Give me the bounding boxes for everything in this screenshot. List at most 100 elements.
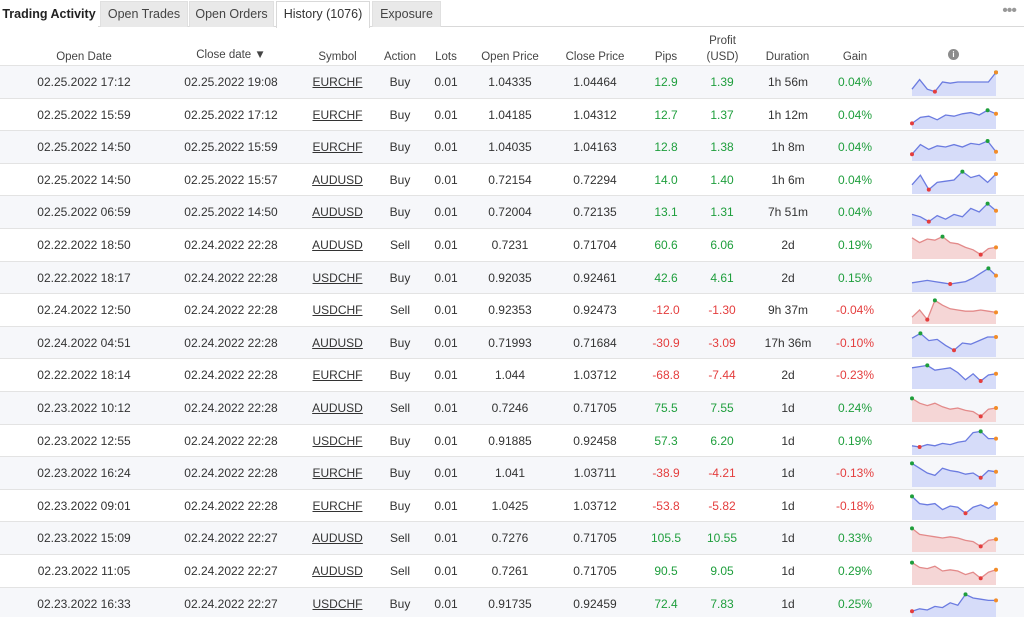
sparkline-area	[912, 528, 996, 553]
col-open-date[interactable]: Open Date	[34, 50, 134, 64]
col-close-price[interactable]: Close Price	[555, 50, 635, 64]
close-price-cell: 0.71684	[573, 335, 617, 350]
gain-cell: -0.18%	[835, 498, 875, 513]
col-duration[interactable]: Duration	[755, 50, 820, 64]
sparkline-low-marker	[925, 317, 930, 322]
lots-cell: 0.01	[434, 531, 458, 546]
sparkline-low-marker	[978, 576, 983, 581]
action-cell: Buy	[389, 75, 411, 89]
lots-cell: 0.01	[434, 107, 458, 122]
trade-sparkline	[910, 107, 998, 129]
open-price-cell: 0.7261	[491, 564, 529, 578]
open-date-cell: 02.22.2022 18:50	[37, 238, 131, 252]
sparkline-low-marker	[978, 475, 983, 480]
table-row: 02.25.2022 14:50 02.25.2022 15:57 AUDUSD Bu…	[0, 162, 1024, 196]
table-row: 02.24.2022 04:51 02.24.2022 22:28 AUDUSD Bu…	[0, 325, 1024, 359]
close-date-cell: 02.24.2022 22:28	[184, 303, 278, 318]
gain-cell: 0.04%	[837, 140, 873, 155]
trade-sparkline	[911, 298, 998, 325]
sparkline-low-marker	[978, 544, 983, 549]
more-options-icon[interactable]: •••	[1002, 2, 1017, 20]
sparkline-low-marker	[926, 219, 931, 224]
close-date-cell: 02.25.2022 14:50	[184, 205, 278, 220]
symbol-link[interactable]: USDCHF	[305, 262, 370, 294]
col-close-date[interactable]: Close date ▼	[176, 48, 286, 62]
open-date-cell: 02.25.2022 14:50	[37, 140, 131, 155]
symbol-link[interactable]: AUDUSD	[305, 555, 370, 587]
col-open-price[interactable]: Open Price	[470, 50, 550, 64]
lots-cell: 0.01	[434, 303, 458, 318]
sparkline-high-marker	[978, 428, 983, 433]
duration-cell: 9h 37m	[767, 303, 809, 318]
action-cell: Buy	[389, 140, 411, 155]
open-price-cell: 1.04185	[488, 107, 532, 122]
symbol-link[interactable]: EURCHF	[305, 457, 370, 489]
close-price-cell: 1.03712	[573, 498, 617, 513]
symbol-link[interactable]: EURCHF	[305, 131, 370, 163]
col-action[interactable]: Action	[375, 50, 425, 64]
trade-sparkline	[910, 591, 998, 617]
trade-sparkline	[911, 234, 998, 259]
open-price-cell: 0.72154	[488, 172, 532, 187]
action-cell: Buy	[389, 498, 411, 513]
table-row: 02.22.2022 18:14 02.24.2022 22:28 EURCHF Bu…	[0, 358, 1024, 391]
symbol-link[interactable]: USDCHF	[305, 588, 370, 617]
col-profit-line1: Profit	[709, 35, 736, 47]
close-price-cell: 0.92458	[573, 433, 617, 448]
table-row: 02.23.2022 16:33 02.24.2022 22:27 USDCHF Bu…	[0, 586, 1024, 617]
symbol-link[interactable]: AUDUSD	[305, 229, 370, 261]
open-price-cell: 0.7231	[491, 238, 529, 252]
tab-open-orders[interactable]: Open Orders	[189, 1, 274, 27]
sparkline-high-marker	[986, 265, 991, 270]
open-price-cell: 0.91885	[488, 433, 532, 448]
pips-cell: 72.4	[654, 596, 678, 611]
close-price-cell: 0.71705	[573, 401, 617, 415]
symbol-link[interactable]: AUDUSD	[305, 196, 370, 228]
tab-exposure[interactable]: Exposure	[372, 1, 441, 27]
col-gain[interactable]: Gain	[825, 50, 885, 64]
profit-cell: 9.05	[710, 564, 734, 578]
col-profit[interactable]: Profit (USD)	[695, 34, 750, 64]
symbol-link[interactable]: AUDUSD	[305, 522, 370, 554]
col-symbol[interactable]: Symbol	[305, 50, 370, 64]
duration-cell: 2d	[781, 368, 795, 383]
open-date-cell: 02.25.2022 14:50	[37, 172, 131, 187]
sparkline-end-marker	[994, 245, 998, 250]
tab-history[interactable]: History (1076)	[276, 1, 370, 28]
info-icon[interactable]: i	[948, 49, 959, 60]
tab-trading-activity[interactable]: Trading Activity	[0, 1, 98, 27]
tab-open-trades[interactable]: Open Trades	[100, 1, 188, 27]
symbol-link[interactable]: EURCHF	[305, 99, 370, 131]
action-cell: Buy	[389, 466, 411, 481]
profit-cell: 1.31	[710, 205, 734, 220]
sparkline-end-marker	[994, 567, 998, 572]
symbol-link[interactable]: AUDUSD	[305, 327, 370, 359]
sparkline-high-marker	[910, 494, 914, 499]
profit-cell: 6.06	[710, 238, 734, 252]
symbol-link[interactable]: AUDUSD	[305, 164, 370, 196]
symbol-link[interactable]: EURCHF	[305, 66, 370, 98]
duration-cell: 1d	[781, 596, 795, 611]
sparkline-area	[912, 300, 996, 325]
sparkline-high-marker	[985, 139, 990, 144]
close-date-cell: 02.24.2022 22:28	[184, 368, 278, 383]
trade-sparkline	[910, 560, 998, 585]
close-date-cell: 02.24.2022 22:27	[184, 564, 278, 578]
tab-bar: Trading Activity Open Trades Open Orders…	[0, 0, 1024, 28]
symbol-link[interactable]: USDCHF	[305, 294, 370, 326]
close-price-cell: 1.03711	[573, 466, 617, 481]
col-pips[interactable]: Pips	[645, 50, 687, 64]
symbol-link[interactable]: AUDUSD	[305, 392, 370, 424]
col-lots[interactable]: Lots	[425, 50, 467, 64]
pips-cell: 60.6	[654, 238, 678, 252]
symbol-link[interactable]: EURCHF	[305, 490, 370, 522]
close-date-cell: 02.25.2022 19:08	[184, 75, 278, 89]
lots-cell: 0.01	[434, 140, 458, 155]
trade-sparkline	[910, 526, 998, 553]
symbol-link[interactable]: USDCHF	[305, 425, 370, 457]
lots-cell: 0.01	[434, 368, 458, 383]
lots-cell: 0.01	[434, 433, 458, 448]
close-price-cell: 1.04464	[573, 75, 617, 89]
symbol-link[interactable]: EURCHF	[305, 359, 370, 391]
sparkline-end-marker	[994, 273, 998, 278]
